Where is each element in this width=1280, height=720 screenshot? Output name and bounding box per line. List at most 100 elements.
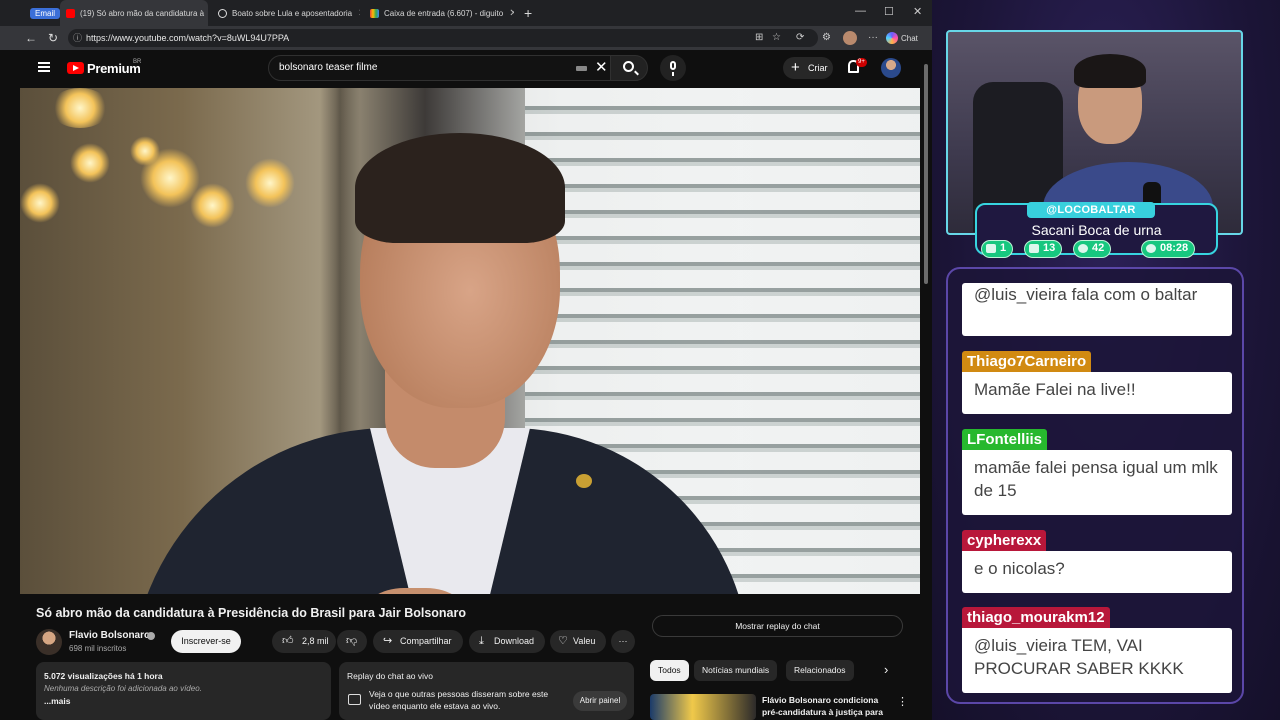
thumbs-down-icon: 👎︎ — [346, 635, 358, 647]
subscriber-count: 698 mil inscritos — [69, 644, 127, 653]
close-window-button[interactable]: ✕ — [913, 5, 922, 18]
tab-group-email[interactable]: Email — [30, 8, 61, 19]
video-player[interactable] — [20, 88, 920, 594]
subscribe-button[interactable]: Inscrever-se — [171, 630, 241, 653]
viewers-icon — [1078, 244, 1088, 253]
youtube-header: Premium BR bolsonaro teaser filme ✕ + Cr… — [20, 50, 920, 88]
back-arrow-icon[interactable]: ← — [25, 31, 37, 45]
share-button[interactable]: ↪ Compartilhar — [373, 630, 463, 653]
recommended-menu-icon[interactable]: ⋮ — [897, 695, 908, 708]
open-panel-button[interactable]: Abrir painel — [573, 691, 627, 711]
streamer-hair — [1074, 54, 1146, 88]
search-input[interactable]: bolsonaro teaser filme — [268, 55, 618, 81]
show-chat-replay-button[interactable]: Mostrar replay do chat — [652, 615, 903, 637]
youtube-icon — [1029, 244, 1039, 253]
stat-chat: 1 — [981, 240, 1014, 258]
more-options-icon[interactable]: ··· — [868, 32, 878, 43]
maximize-button[interactable]: ☐ — [884, 5, 894, 18]
address-bar[interactable]: ⓘ https://www.youtube.com/watch?v=8uWL94… — [68, 29, 818, 47]
recommended-title[interactable]: Flávio Bolsonaro condiciona pré-candidat… — [762, 694, 892, 720]
chandelier-light — [50, 88, 110, 128]
clear-search-icon[interactable]: ✕ — [595, 60, 608, 75]
youtube-favicon-icon — [66, 8, 75, 18]
tab-label: (19) Só abro mão da candidatura à — [80, 8, 205, 18]
chandelier-light — [245, 158, 295, 208]
chip-all[interactable]: Todos — [650, 660, 689, 681]
description-box[interactable]: 5.072 visualizações há 1 hora Nenhuma de… — [36, 662, 331, 720]
url-text: https://www.youtube.com/watch?v=8uWL94U7… — [86, 33, 290, 43]
account-avatar[interactable] — [881, 58, 901, 78]
page-scrollbar[interactable] — [922, 50, 930, 720]
app-available-icon[interactable]: ⊞ — [755, 32, 763, 43]
dislike-button[interactable]: 👎︎ — [337, 630, 367, 653]
thanks-button[interactable]: ♡ Valeu — [550, 630, 606, 653]
download-label: Download — [494, 636, 535, 646]
copilot-icon — [886, 32, 898, 44]
chat-replay-box: Replay do chat ao vivo Veja o que outras… — [339, 662, 634, 720]
extensions-icon[interactable]: ⚙ — [822, 32, 831, 43]
profile-avatar-icon[interactable] — [843, 31, 857, 45]
chat-message-user: thiago_mourakm12 — [962, 607, 1110, 629]
chat-message-text: mamãe falei pensa igual um mlk de 15 — [962, 450, 1232, 515]
chat-message-text: e o nicolas? — [962, 551, 1232, 593]
video-title: Só abro mão da candidatura à Presidência… — [36, 606, 466, 620]
thanks-label: Valeu — [573, 636, 596, 646]
copilot-chat-button[interactable]: Chat — [886, 30, 918, 46]
channel-name[interactable]: Flavio Bolsonaro — [69, 630, 150, 641]
search-button[interactable] — [610, 55, 648, 81]
new-tab-button[interactable]: + — [518, 0, 538, 26]
notifications-badge: 9+ — [856, 58, 867, 67]
chip-related[interactable]: Relacionados — [786, 660, 854, 681]
stat-youtube: 13 — [1024, 240, 1063, 258]
site-info-icon[interactable]: ⓘ — [73, 29, 82, 47]
keyboard-icon[interactable] — [576, 66, 587, 71]
more-actions-button[interactable]: ··· — [611, 630, 635, 653]
streamer-handle: @LOCOBALTAR — [1027, 202, 1155, 218]
like-count: 2,8 mil — [302, 636, 329, 646]
stat-value: 1 — [1000, 242, 1007, 254]
stat-clock: 08:28 — [1141, 240, 1196, 258]
microphone-icon — [670, 61, 676, 76]
close-tab-icon[interactable]: ✕ — [509, 8, 514, 19]
view-count: 5.072 visualizações há 1 hora — [44, 671, 163, 681]
reload-icon[interactable]: ↻ — [48, 31, 58, 45]
tab-youtube-video[interactable]: (19) Só abro mão da candidatura à ✕ — [60, 0, 208, 26]
gmail-favicon-icon — [370, 8, 379, 18]
like-button[interactable]: 👍︎ 2,8 mil — [272, 630, 336, 653]
chevron-right-icon[interactable]: › — [884, 662, 888, 677]
chat-replay-title: Replay do chat ao vivo — [347, 671, 433, 681]
chat-message-text: @luis_vieira fala com o baltar — [962, 283, 1232, 336]
tab-boato[interactable]: Boato sobre Lula e aposentadoria ✕ — [212, 0, 360, 26]
chat-bubble-icon — [348, 694, 361, 705]
description-text: Nenhuma descrição foi adicionada ao víde… — [44, 684, 202, 693]
minimize-button[interactable]: — — [855, 5, 866, 17]
channel-avatar[interactable] — [36, 629, 62, 655]
chandelier-light — [70, 143, 110, 183]
tab-bar: Email (19) Só abro mão da candidatura à … — [0, 0, 932, 26]
chat-message-text: @luis_vieira TEM, VAI PROCURAR SABER KKK… — [962, 628, 1232, 693]
stream-title: Sacani Boca de urna — [1031, 222, 1162, 238]
chat-message-user: LFontelliis — [962, 429, 1047, 451]
search-icon — [623, 61, 634, 72]
chip-world-news[interactable]: Notícias mundiais — [694, 660, 778, 681]
description-more-link[interactable]: ...mais — [44, 696, 70, 706]
menu-hamburger-icon[interactable] — [38, 62, 50, 72]
stat-value: 08:28 — [1160, 242, 1189, 254]
share-arrow-icon: ↪ — [383, 635, 393, 647]
scroll-thumb[interactable] — [924, 64, 928, 284]
voice-search-button[interactable] — [660, 55, 686, 81]
lapel-pin — [576, 474, 592, 488]
stat-value: 42 — [1092, 242, 1105, 254]
tab-gmail[interactable]: Caixa de entrada (6.607) - diguito ✕ — [364, 0, 514, 26]
close-tab-icon[interactable]: ✕ — [358, 8, 360, 19]
chat-message-text: Mamãe Falei na live!! — [962, 372, 1232, 414]
recommended-thumbnail[interactable] — [650, 694, 756, 720]
person-hair — [355, 133, 565, 243]
browser-window: Email (19) Só abro mão da candidatura à … — [0, 0, 932, 720]
youtube-logo-icon[interactable] — [67, 62, 84, 74]
download-button[interactable]: ⤓ Download — [469, 630, 545, 653]
favorite-star-icon[interactable]: ☆ — [772, 32, 781, 43]
create-button[interactable]: + Criar — [783, 57, 833, 79]
tab-label: Boato sobre Lula e aposentadoria — [232, 8, 353, 18]
refresh-extension-icon[interactable]: ⟳ — [796, 32, 804, 43]
